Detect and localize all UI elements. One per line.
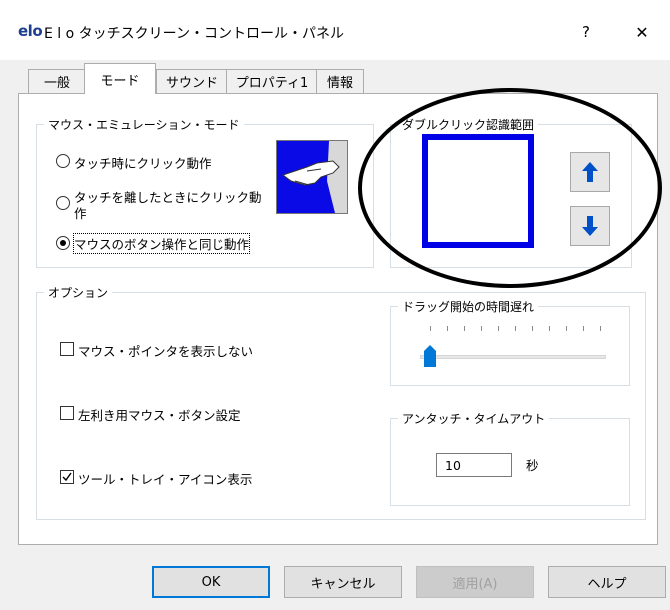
drag-delay-legend: ドラッグ開始の時間遅れ (398, 298, 539, 315)
cancel-button[interactable]: キャンセル (284, 566, 402, 598)
tab-mode[interactable]: モード (84, 63, 156, 94)
checkmark-icon (62, 472, 72, 482)
tab-sound[interactable]: サウンド (156, 69, 228, 93)
drag-delay-slider-thumb[interactable] (424, 345, 436, 367)
slider-tick (430, 326, 431, 331)
tab-general[interactable]: 一般 (28, 69, 86, 93)
close-button[interactable]: ✕ (622, 16, 662, 48)
double-click-legend: ダブルクリック認識範囲 (398, 116, 539, 133)
double-click-area-preview (422, 134, 534, 248)
radio-mouse-emulation-label: マウスのボタン操作と同じ動作 (72, 233, 251, 254)
tray-icon-label: ツール・トレイ・アイコン表示 (78, 472, 253, 487)
touch-hand-icon (276, 140, 348, 214)
tab-info[interactable]: 情報 (316, 69, 364, 93)
help-button[interactable]: ヘルプ (548, 566, 666, 598)
left-handed-checkbox[interactable] (60, 406, 74, 420)
help-title-button[interactable]: ? (568, 16, 604, 48)
slider-tick (464, 326, 465, 331)
slider-tick (566, 326, 567, 331)
tab-property1[interactable]: プロパティ1 (226, 69, 318, 93)
untouch-timeout-legend: アンタッチ・タイムアウト (398, 410, 550, 427)
window-title: E l o タッチスクリーン・コントロール・パネル (44, 26, 344, 42)
radio-click-on-touch-label: タッチ時にクリック動作 (74, 156, 212, 171)
hide-pointer-label: マウス・ポインタを表示しない (78, 344, 254, 359)
left-handed-label: 左利き用マウス・ボタン設定 (78, 408, 241, 423)
close-icon: ✕ (635, 22, 649, 42)
apply-button[interactable]: 適用(A) (416, 566, 534, 598)
decrease-area-button[interactable] (570, 206, 610, 246)
slider-tick (515, 326, 516, 331)
timeout-input[interactable]: 10 (436, 453, 512, 477)
slider-tick (498, 326, 499, 331)
radio-mouse-emulation[interactable] (56, 236, 70, 250)
elo-logo: elo (18, 22, 43, 40)
slider-tick (549, 326, 550, 331)
ok-button[interactable]: OK (152, 566, 270, 598)
slider-tick (532, 326, 533, 331)
slider-tick (583, 326, 584, 331)
hide-pointer-checkbox[interactable] (60, 342, 74, 356)
tray-icon-checkbox[interactable] (60, 470, 74, 484)
slider-tick (481, 326, 482, 331)
arrow-up-icon (582, 162, 598, 182)
slider-tick (447, 326, 448, 331)
drag-delay-slider-track[interactable] (420, 355, 606, 359)
mouse-emulation-legend: マウス・エミュレーション・モード (44, 116, 244, 133)
increase-area-button[interactable] (570, 152, 610, 192)
radio-click-on-release-label: タッチを離したときにクリック動作 (74, 190, 262, 221)
slider-tick (600, 326, 601, 331)
radio-click-on-touch[interactable] (56, 154, 70, 168)
timeout-unit-label: 秒 (526, 458, 539, 473)
radio-click-on-release[interactable] (56, 196, 70, 210)
options-legend: オプション (44, 284, 113, 301)
arrow-down-icon (582, 216, 598, 236)
